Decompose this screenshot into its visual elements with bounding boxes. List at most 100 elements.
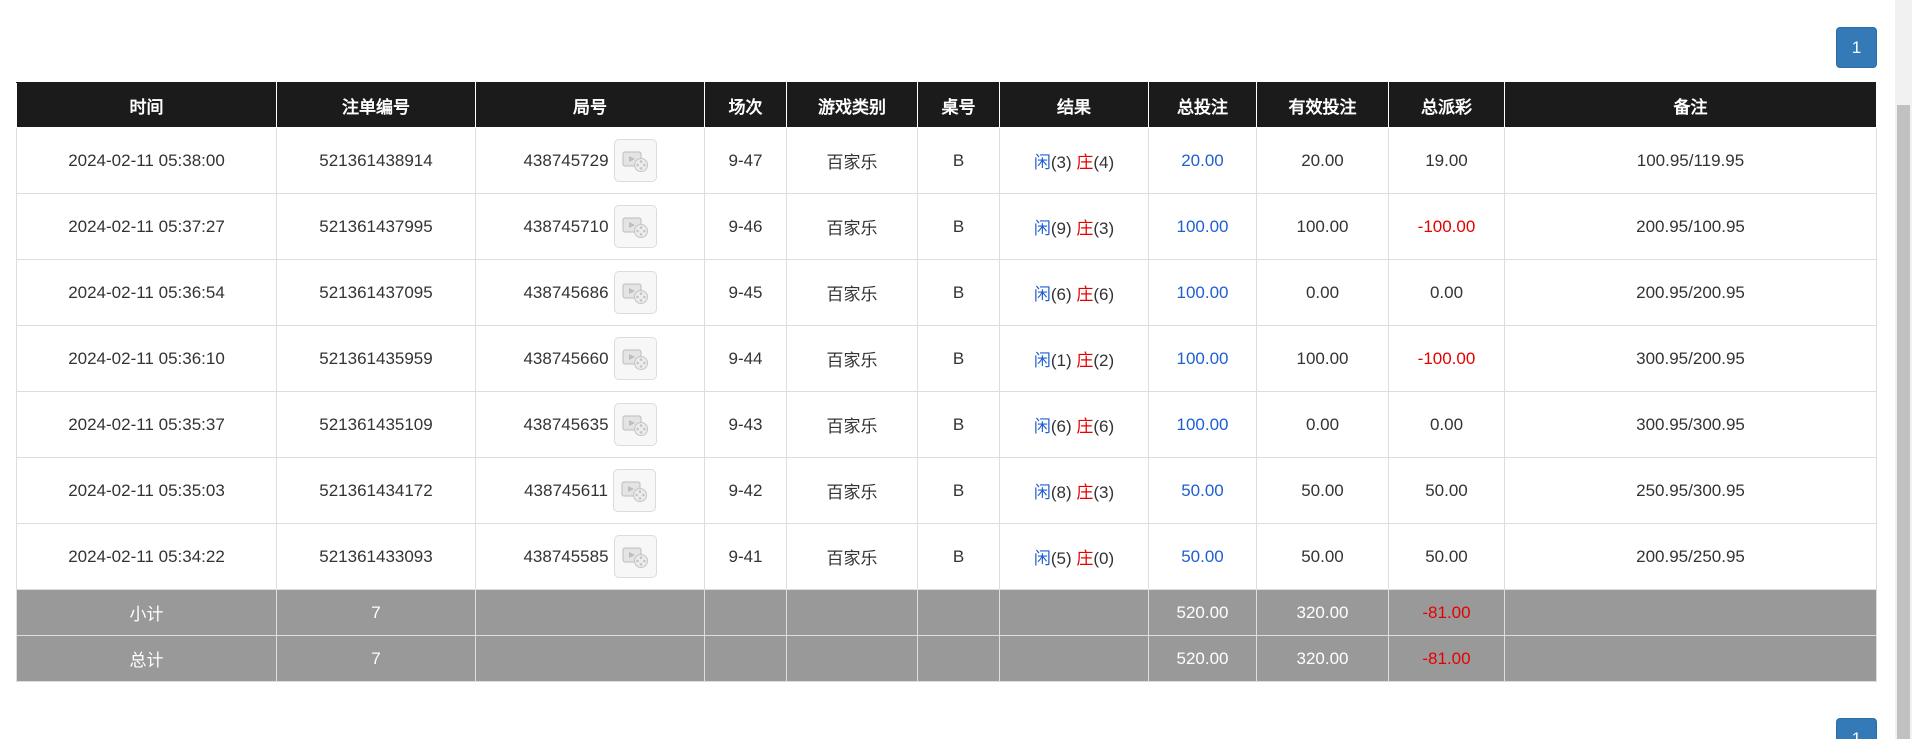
column-header-payout: 总派彩 (1388, 82, 1505, 128)
cell-round: 438745686 (475, 259, 705, 326)
video-replay-icon[interactable] (613, 403, 657, 446)
column-header-table-number: 桌号 (917, 82, 1000, 128)
cell-payout: -100.00 (1388, 193, 1505, 260)
cell-time: 2024-02-11 05:35:37 (16, 391, 277, 458)
result-player-label: 闲 (1033, 219, 1051, 238)
video-replay-icon[interactable] (613, 271, 657, 314)
column-header-session: 场次 (704, 82, 787, 128)
cell-game-type: 百家乐 (786, 391, 918, 458)
table-row: 2024-02-11 05:38:00 521361438914 438745729… (16, 127, 1877, 194)
cell-table-number: B (917, 259, 1000, 326)
video-replay-icon-svg (622, 415, 649, 436)
round-number: 438745611 (524, 480, 608, 500)
pagination-page-button[interactable]: 1 (1836, 27, 1877, 68)
cell-result: 闲(8) 庄(3) (999, 457, 1149, 524)
table-header-row: 时间 注单编号 局号 场次 游戏类别 桌号 结果 总投注 有效投注 总派彩 备注 (16, 82, 1877, 128)
video-replay-icon-svg (621, 481, 648, 502)
cell-valid-bet: 100.00 (1256, 193, 1389, 260)
pagination-page-button-bottom[interactable]: 1 (1836, 718, 1877, 739)
cell-result: 闲(3) 庄(4) (999, 127, 1149, 194)
cell-payout: 19.00 (1388, 127, 1505, 194)
result-banker-score: (6) (1093, 417, 1115, 436)
result-player-score: (1) (1050, 351, 1072, 370)
cell-table-number: B (917, 523, 1000, 590)
cell-session: 9-43 (704, 391, 787, 458)
column-header-result: 结果 (999, 82, 1149, 128)
result-banker-score: (4) (1093, 153, 1115, 172)
cell-payout: 0.00 (1388, 259, 1505, 326)
subtotal-row: 小计 7 520.00 320.00 -81.00 (16, 589, 1877, 636)
vertical-scrollbar[interactable] (1895, 0, 1912, 739)
cell-time: 2024-02-11 05:34:22 (16, 523, 277, 590)
result-banker-label: 庄 (1076, 219, 1094, 238)
table-row: 2024-02-11 05:35:03 521361434172 438745611… (16, 457, 1877, 524)
column-header-note: 备注 (1504, 82, 1877, 128)
cell-total-bet: 100.00 (1148, 391, 1257, 458)
round-number: 438745710 (523, 216, 609, 236)
cell-payout: 0.00 (1388, 391, 1505, 458)
cell-note: 200.95/250.95 (1504, 523, 1877, 590)
result-banker-score: (2) (1093, 351, 1115, 370)
video-replay-icon-svg (622, 283, 649, 304)
scrollbar-thumb[interactable] (1897, 105, 1910, 739)
video-replay-icon[interactable] (613, 337, 657, 380)
cell-valid-bet: 100.00 (1256, 325, 1389, 392)
video-replay-icon-svg (622, 217, 649, 238)
cell-round: 438745660 (475, 325, 705, 392)
cell-note: 250.95/300.95 (1504, 457, 1877, 524)
cell-note: 300.95/200.95 (1504, 325, 1877, 392)
result-banker-label: 庄 (1076, 417, 1094, 436)
total-count: 7 (276, 635, 476, 682)
video-replay-icon[interactable] (613, 139, 657, 182)
cell-table-number: B (917, 457, 1000, 524)
cell-table-number: B (917, 193, 1000, 260)
cell-round: 438745729 (475, 127, 705, 194)
table-row: 2024-02-11 05:35:37 521361435109 438745635… (16, 391, 1877, 458)
cell-result: 闲(1) 庄(2) (999, 325, 1149, 392)
video-replay-icon-svg (622, 349, 649, 370)
result-player-label: 闲 (1033, 153, 1051, 172)
video-replay-icon[interactable] (613, 535, 657, 578)
cell-session: 9-44 (704, 325, 787, 392)
result-player-label: 闲 (1033, 351, 1051, 370)
cell-note: 200.95/100.95 (1504, 193, 1877, 260)
result-player-label: 闲 (1033, 417, 1051, 436)
cell-valid-bet: 0.00 (1256, 259, 1389, 326)
cell-round: 438745611 (475, 457, 705, 524)
cell-bet-id: 521361435959 (276, 325, 476, 392)
cell-total-bet: 100.00 (1148, 325, 1257, 392)
cell-valid-bet: 20.00 (1256, 127, 1389, 194)
result-player-score: (9) (1050, 219, 1072, 238)
cell-note: 100.95/119.95 (1504, 127, 1877, 194)
cell-bet-id: 521361435109 (276, 391, 476, 458)
result-banker-label: 庄 (1076, 285, 1094, 304)
cell-session: 9-46 (704, 193, 787, 260)
video-replay-icon[interactable] (612, 469, 656, 512)
subtotal-count: 7 (276, 589, 476, 636)
cell-payout: 50.00 (1388, 523, 1505, 590)
round-number: 438745660 (523, 348, 609, 368)
cell-total-bet: 50.00 (1148, 457, 1257, 524)
round-number: 438745686 (523, 282, 609, 302)
column-header-round: 局号 (475, 82, 705, 128)
cell-result: 闲(5) 庄(0) (999, 523, 1149, 590)
column-header-bet-id: 注单编号 (276, 82, 476, 128)
cell-time: 2024-02-11 05:36:54 (16, 259, 277, 326)
video-replay-icon-svg (622, 151, 649, 172)
cell-result: 闲(9) 庄(3) (999, 193, 1149, 260)
video-replay-icon-svg (622, 547, 649, 568)
result-player-label: 闲 (1033, 285, 1051, 304)
cell-valid-bet: 50.00 (1256, 523, 1389, 590)
table-row: 2024-02-11 05:36:54 521361437095 438745686… (16, 259, 1877, 326)
result-player-score: (8) (1050, 483, 1072, 502)
result-player-label: 闲 (1033, 549, 1051, 568)
video-replay-icon[interactable] (613, 205, 657, 248)
cell-total-bet: 100.00 (1148, 259, 1257, 326)
cell-bet-id: 521361437095 (276, 259, 476, 326)
result-player-score: (5) (1050, 549, 1072, 568)
bet-records-table: 时间 注单编号 局号 场次 游戏类别 桌号 结果 总投注 有效投注 总派彩 备注… (16, 82, 1877, 682)
cell-round: 438745635 (475, 391, 705, 458)
bet-records-page: 1 时间 注单编号 局号 场次 游戏类别 桌号 结果 总投注 有效投注 总派彩 … (0, 0, 1912, 739)
column-header-valid-bet: 有效投注 (1256, 82, 1389, 128)
cell-time: 2024-02-11 05:36:10 (16, 325, 277, 392)
